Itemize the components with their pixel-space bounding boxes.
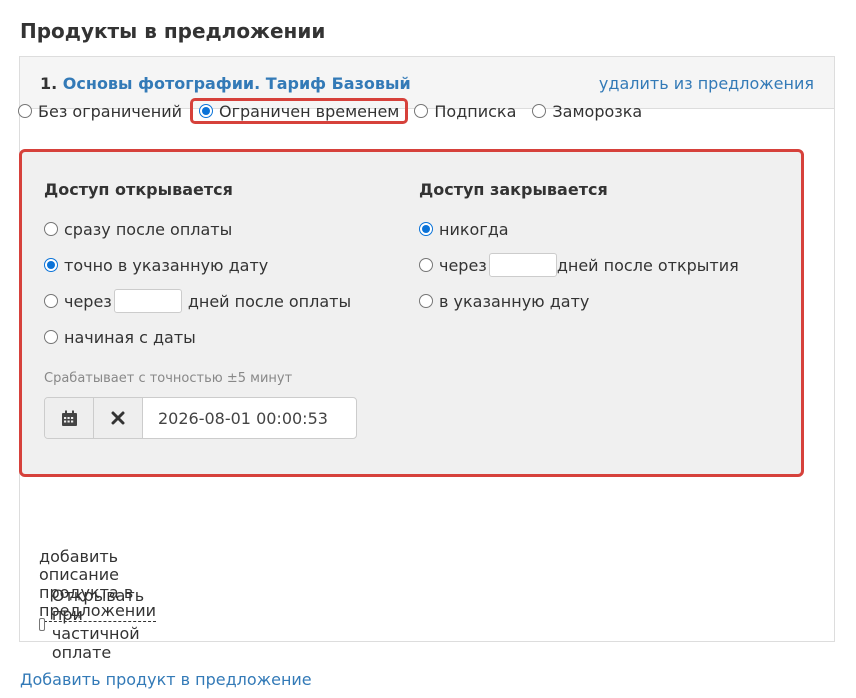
open-days-input[interactable]: [113, 289, 182, 313]
radio-close-at-date[interactable]: [419, 294, 433, 308]
radio-open-after-days[interactable]: [44, 294, 58, 308]
access-type-freeze[interactable]: Заморозка: [532, 98, 642, 124]
access-type-subscription[interactable]: Подписка: [414, 98, 516, 124]
radio-open-starting-from[interactable]: [44, 330, 58, 344]
close-days-input[interactable]: [488, 253, 557, 277]
radio-unlimited[interactable]: [18, 104, 32, 118]
open-exact-date-option[interactable]: точно в указанную дату: [44, 253, 268, 277]
date-input[interactable]: 2026-08-01 00:00:53: [143, 398, 356, 438]
open-exact-date-label: точно в указанную дату: [64, 255, 269, 275]
close-at-date-label: в указанную дату: [439, 291, 590, 311]
access-type-unlimited[interactable]: Без ограничений: [18, 98, 182, 124]
close-after-days-option[interactable]: через дней после открытия: [419, 253, 739, 277]
open-starting-from-option[interactable]: начиная с даты: [44, 325, 196, 349]
open-after-days-suffix: дней после оплаты: [187, 291, 352, 311]
radio-open-immediately[interactable]: [44, 222, 58, 236]
close-after-days-prefix: через: [439, 255, 487, 275]
open-access-title: Доступ открывается: [44, 180, 233, 199]
clear-date-button[interactable]: [94, 398, 143, 438]
open-starting-from-label: начиная с даты: [64, 327, 196, 347]
access-type-unlimited-label: Без ограничений: [38, 101, 182, 121]
date-picker: 2026-08-01 00:00:53: [44, 397, 357, 439]
open-immediately-label: сразу после оплаты: [64, 219, 233, 239]
radio-time-limited[interactable]: [198, 104, 213, 118]
close-after-days-suffix: дней после открытия: [556, 255, 739, 275]
product-number: 1.: [40, 74, 58, 93]
radio-close-never[interactable]: [419, 222, 433, 236]
access-type-time-limited-label: Ограничен временем: [218, 101, 400, 121]
close-never-label: никогда: [439, 219, 509, 239]
radio-freeze[interactable]: [532, 104, 547, 118]
open-after-days-option[interactable]: через дней после оплаты: [44, 289, 351, 313]
access-type-subscription-label: Подписка: [434, 101, 517, 121]
partial-payment-label: Открывать при частичной оплате: [51, 586, 145, 662]
product-title: 1. Основы фотографии. Тариф Базовый: [40, 74, 411, 93]
add-product-link[interactable]: Добавить продукт в предложение: [20, 670, 312, 689]
partial-payment-option[interactable]: Открывать при частичной оплате: [39, 586, 151, 662]
access-settings-box: Доступ открывается сразу после оплаты то…: [19, 149, 804, 477]
open-immediately-option[interactable]: сразу после оплаты: [44, 217, 232, 241]
remove-from-offer-link[interactable]: удалить из предложения: [599, 74, 814, 93]
calendar-button[interactable]: [45, 398, 94, 438]
radio-close-after-days[interactable]: [419, 258, 433, 272]
radio-subscription[interactable]: [414, 104, 429, 118]
access-type-time-limited[interactable]: Ограничен временем: [189, 98, 409, 124]
access-type-freeze-label: Заморозка: [552, 101, 643, 121]
precision-hint: Срабатывает с точностью ±5 минут: [44, 371, 293, 386]
product-name-link[interactable]: Основы фотографии. Тариф Базовый: [63, 74, 411, 93]
calendar-icon: [61, 410, 77, 426]
radio-open-exact-date[interactable]: [44, 258, 58, 272]
partial-payment-checkbox[interactable]: [39, 617, 45, 631]
close-icon: [111, 411, 125, 425]
section-title: Продукты в предложении: [20, 19, 326, 43]
close-access-title: Доступ закрывается: [419, 180, 608, 199]
access-type-group: Без ограничений Ограничен временем Подпи…: [18, 98, 642, 124]
close-never-option[interactable]: никогда: [419, 217, 509, 241]
open-after-days-prefix: через: [64, 291, 112, 311]
close-at-date-option[interactable]: в указанную дату: [419, 289, 589, 313]
